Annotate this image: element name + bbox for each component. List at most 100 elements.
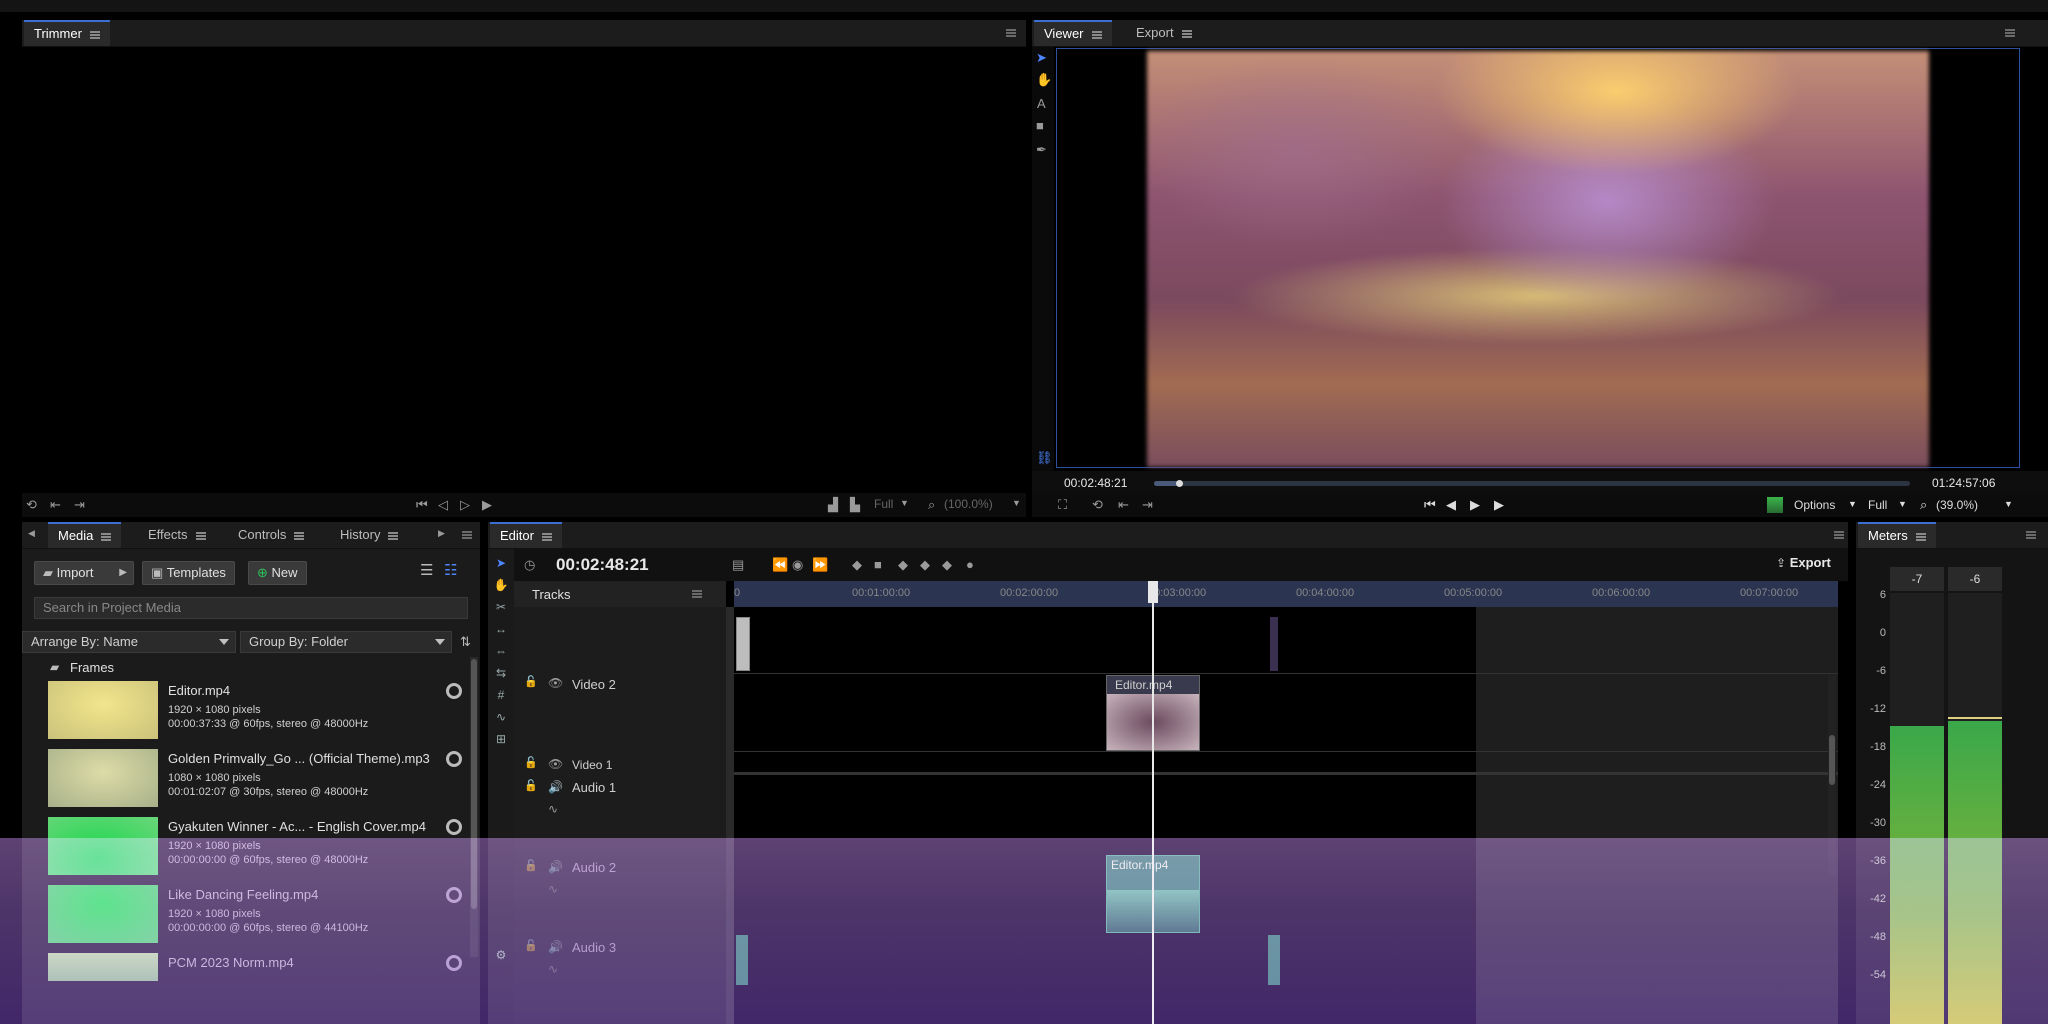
pen-icon[interactable]: ✒: [1036, 143, 1047, 156]
mark-in-icon[interactable]: ⇤: [50, 498, 61, 511]
panel-menu-icon[interactable]: [1834, 531, 1844, 539]
tabs-scroll-left-icon[interactable]: ◀: [28, 529, 35, 538]
video-clip[interactable]: [1270, 617, 1278, 671]
chevron-down-icon[interactable]: ▼: [1898, 500, 1907, 509]
razor-icon[interactable]: ✂: [493, 599, 509, 615]
trimmer-zoom[interactable]: (100.0%): [944, 497, 993, 511]
timeline-ruler[interactable]: 0 00:01:00:00 00:02:00:00 00:03:00:00 00…: [734, 581, 1838, 607]
tab-viewer[interactable]: Viewer: [1034, 20, 1112, 46]
step-back-icon[interactable]: ◁: [438, 498, 448, 511]
waveform-icon[interactable]: ∿: [548, 963, 558, 975]
prev-keyframe-icon[interactable]: ◆: [852, 558, 862, 571]
gear-icon[interactable]: [446, 955, 462, 971]
skip-start-icon[interactable]: ⏮: [416, 498, 428, 511]
video-clip[interactable]: [736, 617, 750, 671]
timeline-area[interactable]: 0 00:01:00:00 00:02:00:00 00:03:00:00 00…: [726, 581, 1838, 1024]
step-forward-icon[interactable]: ▶: [1470, 498, 1480, 511]
list-view-icon[interactable]: ☰: [420, 563, 433, 578]
stop-icon[interactable]: ■: [874, 558, 882, 571]
media-scrollbar-thumb[interactable]: [471, 659, 477, 909]
track-select-icon[interactable]: #: [493, 687, 509, 703]
slide-icon[interactable]: ⇔: [493, 643, 509, 659]
compare-icon[interactable]: ▙: [850, 498, 860, 511]
gear-icon[interactable]: [446, 819, 462, 835]
viewer-quality[interactable]: Full: [1868, 498, 1887, 512]
chevron-down-icon[interactable]: ▼: [2004, 500, 2013, 509]
media-item[interactable]: Gyakuten Winner - Ac... - English Cover.…: [48, 817, 468, 881]
media-scrollbar[interactable]: [470, 657, 478, 957]
pointer-icon[interactable]: ➤: [493, 555, 509, 571]
arrange-by-dropdown[interactable]: Arrange By: Name: [22, 631, 236, 653]
tab-menu-icon[interactable]: [1915, 532, 1926, 541]
tab-effects[interactable]: Effects: [138, 522, 216, 548]
viewer-canvas[interactable]: [1056, 48, 2020, 468]
waveform-icon[interactable]: ∿: [548, 883, 558, 895]
speaker-icon[interactable]: 🔊: [548, 781, 563, 793]
loop-icon[interactable]: ⟲: [1092, 498, 1103, 511]
chevron-down-icon[interactable]: ▼: [1012, 499, 1021, 508]
tab-menu-icon[interactable]: [294, 531, 305, 540]
lock-icon[interactable]: 🔓: [524, 941, 538, 952]
panel-menu-icon[interactable]: [2005, 29, 2015, 37]
playhead-handle[interactable]: [1148, 581, 1158, 603]
keyframe-icon[interactable]: ◆: [920, 558, 930, 571]
mark-out-icon[interactable]: ⇥: [74, 498, 85, 511]
hand-icon[interactable]: ✋: [1036, 73, 1052, 86]
panel-menu-icon[interactable]: [462, 531, 472, 539]
record-icon[interactable]: ◉: [792, 558, 803, 571]
detail-view-icon[interactable]: ☷: [444, 563, 457, 578]
viewer-zoom[interactable]: (39.0%): [1936, 498, 1978, 512]
mark-in-icon[interactable]: ⇤: [1118, 498, 1129, 511]
loop-icon[interactable]: ⟲: [26, 498, 37, 511]
tab-controls[interactable]: Controls: [228, 522, 314, 548]
step-forward-icon[interactable]: ▷: [460, 498, 470, 511]
tab-menu-icon[interactable]: [1181, 29, 1192, 38]
group-by-dropdown[interactable]: Group By: Folder: [240, 631, 452, 653]
tab-history[interactable]: History: [330, 522, 408, 548]
speaker-icon[interactable]: 🔊: [548, 861, 563, 873]
chevron-down-icon[interactable]: ▼: [1848, 500, 1857, 509]
panel-menu-icon[interactable]: [2026, 531, 2036, 539]
prev-edit-icon[interactable]: ⏪: [772, 558, 788, 571]
timeline-playhead[interactable]: [1152, 581, 1154, 1024]
waveform-icon[interactable]: ∿: [548, 803, 558, 815]
panel-menu-icon[interactable]: [1006, 29, 1016, 37]
speaker-icon[interactable]: 🔊: [548, 941, 563, 953]
ripple-icon[interactable]: ⇆: [493, 665, 509, 681]
link-icon[interactable]: ⛓: [1036, 451, 1053, 464]
tab-menu-icon[interactable]: [1091, 30, 1102, 39]
audio-clip[interactable]: [736, 935, 748, 985]
media-item[interactable]: Golden Primvally_Go ... (Official Theme)…: [48, 749, 468, 813]
tab-menu-icon[interactable]: [101, 532, 112, 541]
tab-media[interactable]: Media: [48, 522, 122, 548]
scopes-icon[interactable]: [1767, 497, 1783, 513]
tracks-menu-icon[interactable]: [692, 590, 702, 598]
new-button[interactable]: ⊕ New: [248, 561, 307, 585]
tab-menu-icon[interactable]: [541, 532, 552, 541]
step-back-icon[interactable]: ◀: [1446, 498, 1456, 511]
settings-icon[interactable]: ⚙: [493, 947, 509, 963]
trimmer-canvas[interactable]: [22, 47, 1026, 493]
audio-clip[interactable]: [1268, 935, 1280, 985]
templates-button[interactable]: ▣ Templates: [142, 561, 235, 585]
viewer-playhead[interactable]: [1175, 480, 1183, 487]
lock-icon[interactable]: 🔓: [524, 781, 538, 792]
media-item[interactable]: PCM 2023 Norm.mp4: [48, 953, 468, 983]
add-track-icon[interactable]: ⊞: [493, 731, 509, 747]
scopes-icon[interactable]: ▟: [828, 498, 838, 511]
gear-icon[interactable]: [446, 887, 462, 903]
viewer-options[interactable]: Options: [1794, 498, 1835, 512]
viewer-progress-track[interactable]: [1154, 480, 1910, 487]
media-item[interactable]: Editor.mp4 1920 × 1080 pixels 00:00:37:3…: [48, 681, 468, 745]
text-icon[interactable]: A: [1037, 97, 1046, 110]
editor-timecode[interactable]: 00:02:48:21: [556, 555, 649, 575]
curve-icon[interactable]: ∿: [493, 709, 509, 725]
trimmer-quality[interactable]: Full: [874, 497, 893, 511]
snapshot-icon[interactable]: ▤: [732, 558, 744, 571]
tab-menu-icon[interactable]: [195, 531, 206, 540]
timeline-scrollbar[interactable]: [1828, 675, 1836, 875]
keyframe-icon[interactable]: ◆: [898, 558, 908, 571]
eye-icon[interactable]: 👁: [548, 758, 563, 770]
tabs-scroll-right-icon[interactable]: ▶: [438, 529, 445, 538]
next-keyframe-icon[interactable]: ◆: [942, 558, 952, 571]
